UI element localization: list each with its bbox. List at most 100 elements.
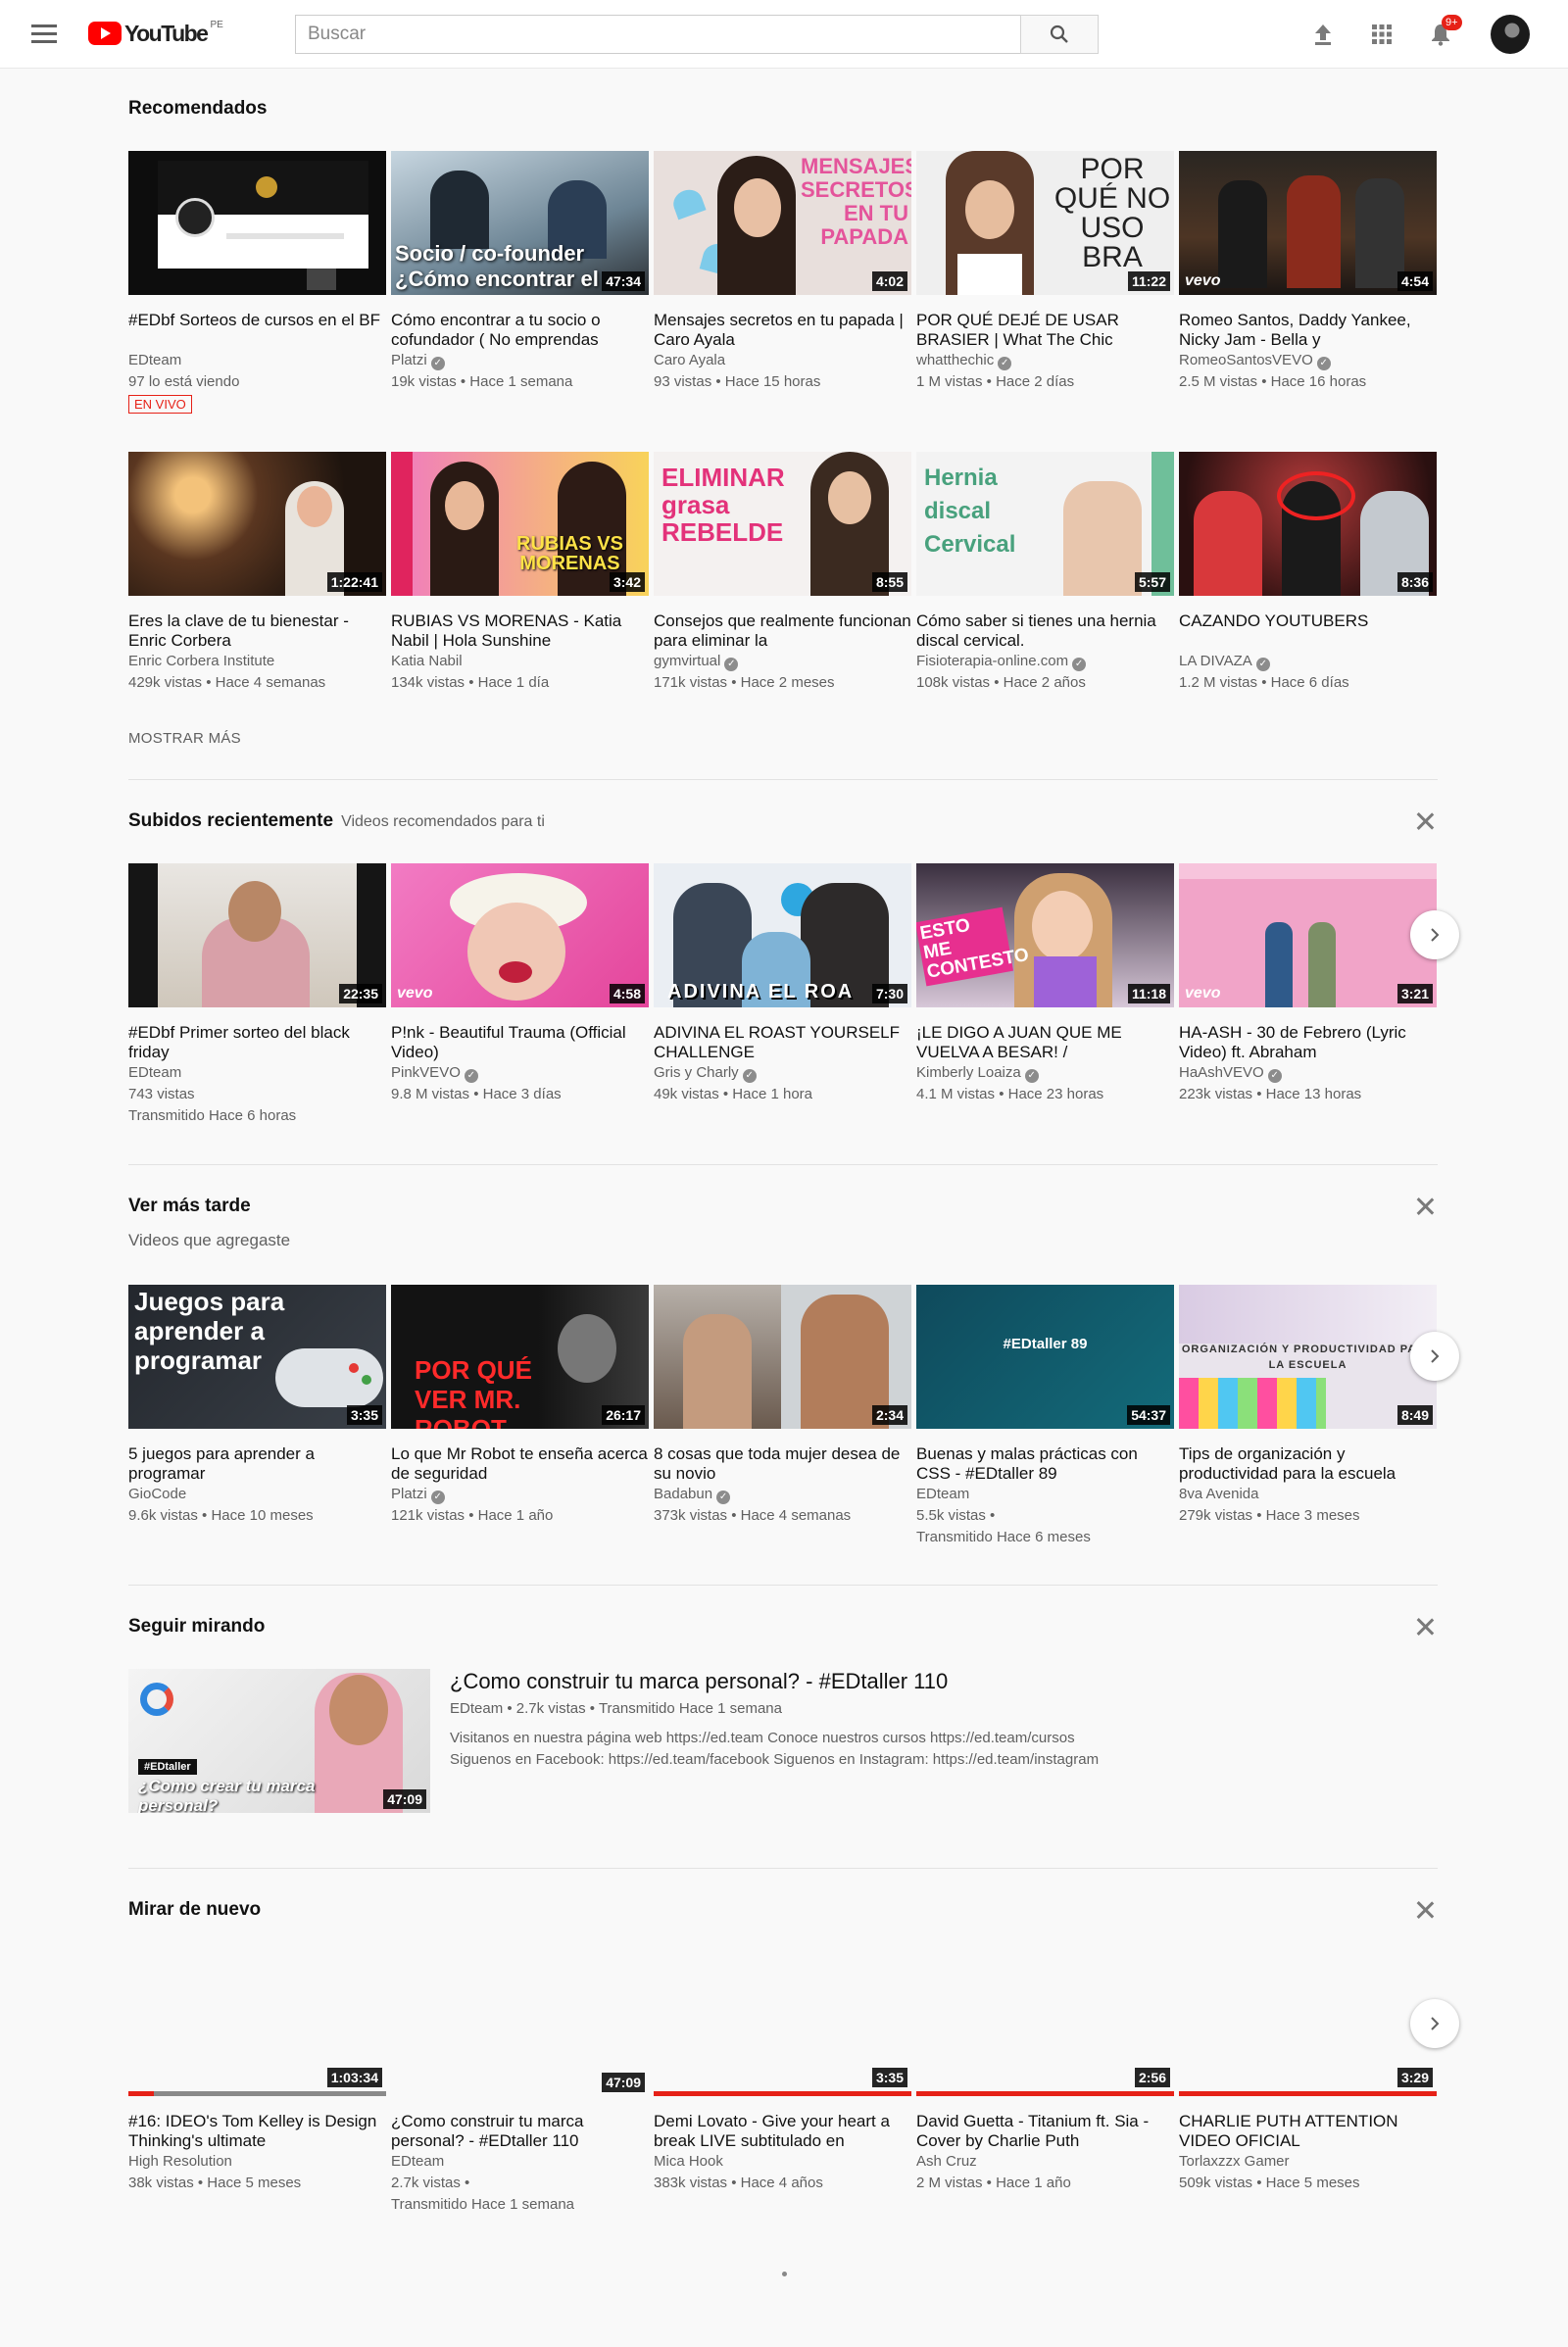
upload-button[interactable]: [1308, 20, 1338, 49]
video-thumbnail[interactable]: vevo 3:21: [1179, 863, 1437, 1007]
avatar[interactable]: [1491, 15, 1530, 54]
channel-name[interactable]: EDteam: [128, 350, 386, 371]
channel-name[interactable]: Platzi ✓: [391, 350, 649, 371]
video-thumbnail[interactable]: 3:35: [654, 1952, 911, 2096]
video-title[interactable]: RUBIAS VS MORENAS - Katia Nabil | Hola S…: [391, 611, 649, 651]
video-thumbnail[interactable]: vevo 4:58: [391, 863, 649, 1007]
video-thumbnail[interactable]: [128, 151, 386, 295]
video-title[interactable]: Eres la clave de tu bienestar - Enric Co…: [128, 611, 386, 651]
video-card[interactable]: MENSAJES SECRETOS EN TU PAPADA 4:02 Mens…: [654, 151, 911, 393]
channel-name[interactable]: Kimberly Loaiza ✓: [916, 1062, 1174, 1084]
close-section-icon[interactable]: [1412, 1194, 1438, 1219]
video-title[interactable]: POR QUÉ DEJÉ DE USAR BRASIER | What The …: [916, 311, 1174, 350]
channel-name[interactable]: GioCode: [128, 1484, 386, 1505]
video-title[interactable]: Buenas y malas prácticas con CSS - #EDta…: [916, 1444, 1174, 1484]
video-card[interactable]: Hernia discal Cervical 5:57 Cómo saber s…: [916, 452, 1174, 694]
video-card[interactable]: #EDbf Sorteos de cursos en el BF EDteam …: [128, 151, 386, 414]
channel-name[interactable]: gymvirtual ✓: [654, 651, 911, 672]
menu-icon[interactable]: [31, 24, 57, 44]
video-card[interactable]: 1:22:41 Eres la clave de tu bienestar - …: [128, 452, 386, 694]
channel-name[interactable]: Fisioterapia-online.com ✓: [916, 651, 1174, 672]
video-thumbnail[interactable]: POR QUÉ VER MR. ROBOT 26:17: [391, 1285, 649, 1429]
channel-name[interactable]: Mica Hook: [654, 2151, 911, 2173]
video-thumbnail[interactable]: RUBIAS VS MORENAS 3:42: [391, 452, 649, 596]
video-title[interactable]: Consejos que realmente funcionan para el…: [654, 611, 911, 651]
video-title[interactable]: ¿Como construir tu marca personal? - #ED…: [450, 1669, 948, 1694]
channel-name[interactable]: Ash Cruz: [916, 2151, 1174, 2173]
video-card[interactable]: ESTO ME CONTESTO 11:18 ¡LE DIGO A JUAN Q…: [916, 863, 1174, 1105]
video-title[interactable]: Tips de organización y productividad par…: [1179, 1444, 1437, 1484]
video-title[interactable]: Lo que Mr Robot te enseña acerca de segu…: [391, 1444, 649, 1484]
video-thumbnail[interactable]: #EDtaller 89 54:37: [916, 1285, 1174, 1429]
video-thumbnail[interactable]: ELIMINAR grasa REBELDE 8:55: [654, 452, 911, 596]
video-title[interactable]: Demi Lovato - Give your heart a break LI…: [654, 2112, 911, 2151]
apps-button[interactable]: [1367, 20, 1396, 49]
video-title[interactable]: David Guetta - Titanium ft. Sia - Cover …: [916, 2112, 1174, 2151]
video-card[interactable]: 2:34 8 cosas que toda mujer desea de su …: [654, 1285, 911, 1527]
video-title[interactable]: Mensajes secretos en tu papada | Caro Ay…: [654, 311, 911, 350]
show-more-button[interactable]: MOSTRAR MÁS: [128, 730, 241, 747]
next-arrow-button[interactable]: [1410, 910, 1459, 959]
video-card[interactable]: Juegos para aprender a programar 3:35 5 …: [128, 1285, 386, 1527]
video-card[interactable]: POR QUÉ NO USO BRA 11:22 POR QUÉ DEJÉ DE…: [916, 151, 1174, 393]
channel-name[interactable]: Katia Nabil: [391, 651, 649, 672]
video-thumbnail[interactable]: 1:03:34: [128, 1952, 386, 2096]
video-title[interactable]: Romeo Santos, Daddy Yankee, Nicky Jam - …: [1179, 311, 1437, 350]
video-card[interactable]: RUBIAS VS MORENAS 3:42 RUBIAS VS MORENAS…: [391, 452, 649, 694]
video-card[interactable]: vevo 4:58 P!nk - Beautiful Trauma (Offic…: [391, 863, 649, 1105]
channel-name[interactable]: Torlaxzzx Gamer: [1179, 2151, 1437, 2173]
video-thumbnail[interactable]: MENSAJES SECRETOS EN TU PAPADA 4:02: [654, 151, 911, 295]
channel-name[interactable]: Enric Corbera Institute: [128, 651, 386, 672]
video-title[interactable]: HA-ASH - 30 de Febrero (Lyric Video) ft.…: [1179, 1023, 1437, 1062]
video-title[interactable]: CHARLIE PUTH ATTENTION VIDEO OFICIAL: [1179, 2112, 1437, 2151]
next-arrow-button[interactable]: [1410, 1332, 1459, 1381]
channel-name[interactable]: EDteam: [916, 1484, 1174, 1505]
video-thumbnail[interactable]: POR QUÉ NO USO BRA 11:22: [916, 151, 1174, 295]
video-title[interactable]: ¿Como construir tu marca personal? - #ED…: [391, 2112, 649, 2151]
channel-name[interactable]: Badabun ✓: [654, 1484, 911, 1505]
channel-name[interactable]: PinkVEVO ✓: [391, 1062, 649, 1084]
video-title[interactable]: P!nk - Beautiful Trauma (Official Video): [391, 1023, 649, 1062]
video-card[interactable]: #EDtaller 89 54:37 Buenas y malas prácti…: [916, 1285, 1174, 1548]
video-card[interactable]: POR QUÉ VER MR. ROBOT 26:17 Lo que Mr Ro…: [391, 1285, 649, 1527]
video-card[interactable]: Socio / co-founder ¿Cómo encontrar el co…: [391, 151, 649, 393]
video-title[interactable]: 8 cosas que toda mujer desea de su novio: [654, 1444, 911, 1484]
notifications-button[interactable]: 9+: [1426, 15, 1462, 49]
channel-name[interactable]: EDteam: [391, 2151, 649, 2173]
search-input[interactable]: [295, 15, 1020, 54]
video-title[interactable]: #EDbf Primer sorteo del black friday: [128, 1023, 386, 1062]
video-card[interactable]: vevo 3:21 HA-ASH - 30 de Febrero (Lyric …: [1179, 863, 1437, 1105]
video-thumbnail[interactable]: 2:56: [916, 1952, 1174, 2096]
video-card[interactable]: 8:36 CAZANDO YOUTUBERS LA DIVAZA ✓ 1.2 M …: [1179, 452, 1437, 694]
video-thumbnail[interactable]: 2:34: [654, 1285, 911, 1429]
video-title[interactable]: #EDbf Sorteos de cursos en el BF: [128, 311, 386, 350]
channel-name[interactable]: High Resolution: [128, 2151, 386, 2173]
video-thumbnail[interactable]: ESTO ME CONTESTO 11:18: [916, 863, 1174, 1007]
video-title[interactable]: CAZANDO YOUTUBERS: [1179, 611, 1437, 651]
search-button[interactable]: [1020, 15, 1099, 54]
video-card[interactable]: vevo 4:54 Romeo Santos, Daddy Yankee, Ni…: [1179, 151, 1437, 393]
video-title[interactable]: Cómo saber si tienes una hernia discal c…: [916, 611, 1174, 651]
video-card[interactable]: 2:56 David Guetta - Titanium ft. Sia - C…: [916, 1952, 1174, 2194]
video-thumbnail[interactable]: Juegos para aprender a programar 3:35: [128, 1285, 386, 1429]
close-section-icon[interactable]: [1412, 1897, 1438, 1923]
video-title[interactable]: Cómo encontrar a tu socio o cofundador (…: [391, 311, 649, 350]
video-card[interactable]: 22:35 #EDbf Primer sorteo del black frid…: [128, 863, 386, 1127]
video-thumbnail[interactable]: 3:29: [1179, 1952, 1437, 2096]
channel-name[interactable]: LA DIVAZA ✓: [1179, 651, 1437, 672]
channel-name[interactable]: Gris y Charly ✓: [654, 1062, 911, 1084]
video-thumbnail[interactable]: 47:09: [391, 1952, 649, 2096]
channel-name[interactable]: 8va Avenida: [1179, 1484, 1437, 1505]
video-thumbnail[interactable]: Hernia discal Cervical 5:57: [916, 452, 1174, 596]
channel-name[interactable]: RomeoSantosVEVO ✓: [1179, 350, 1437, 371]
video-card[interactable]: ORGANIZACIÓN Y PRODUCTIVIDAD PARA LA ESC…: [1179, 1285, 1437, 1527]
video-card[interactable]: 3:35 Demi Lovato - Give your heart a bre…: [654, 1952, 911, 2194]
video-thumbnail[interactable]: ADIVINA EL ROA 7:30: [654, 863, 911, 1007]
video-thumbnail[interactable]: Socio / co-founder ¿Cómo encontrar el co…: [391, 151, 649, 295]
video-thumbnail[interactable]: ORGANIZACIÓN Y PRODUCTIVIDAD PARA LA ESC…: [1179, 1285, 1437, 1429]
video-title[interactable]: #16: IDEO's Tom Kelley is Design Thinkin…: [128, 2112, 386, 2151]
channel-name[interactable]: Platzi ✓: [391, 1484, 649, 1505]
close-section-icon[interactable]: [1412, 808, 1438, 834]
video-thumbnail[interactable]: #EDtaller ¿Como crear tu marca personal?…: [128, 1669, 430, 1813]
youtube-logo[interactable]: YouTube PE: [88, 20, 223, 47]
